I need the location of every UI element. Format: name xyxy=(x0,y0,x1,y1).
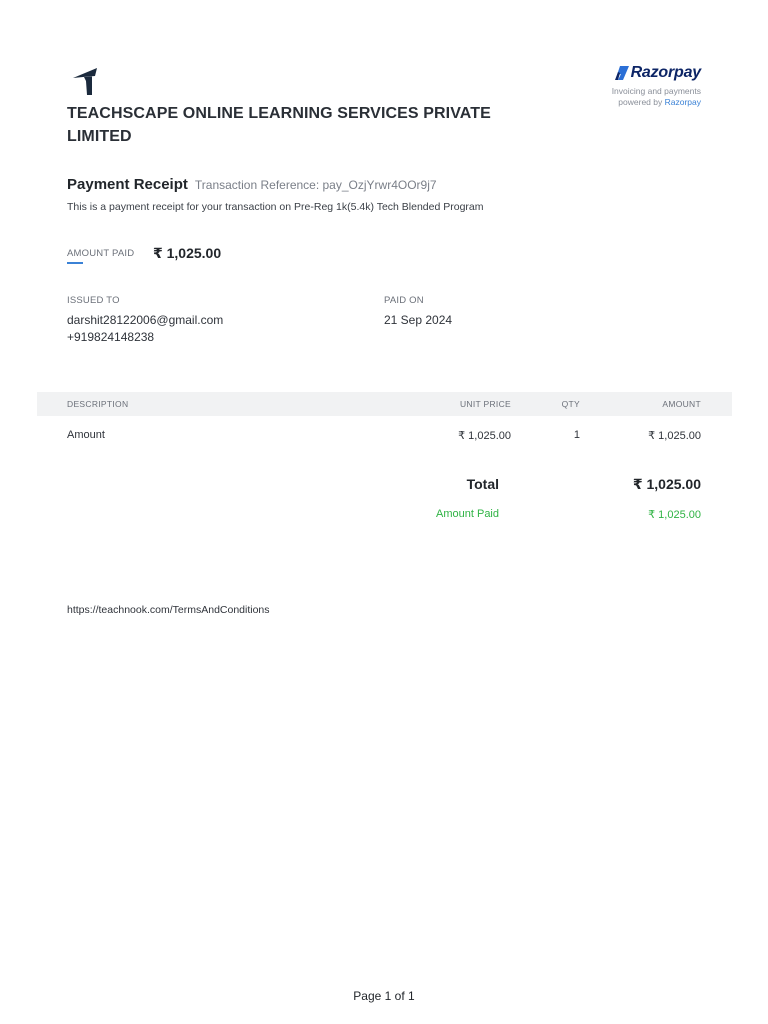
row-unit-price: ₹ 1,025.00 xyxy=(458,430,511,442)
total-label: Total xyxy=(466,476,499,492)
column-header-qty: QTY xyxy=(561,399,580,409)
receipt-title: Payment Receipt xyxy=(67,176,188,193)
issued-to-phone: +919824148238 xyxy=(67,330,155,344)
razorpay-tagline-line2: powered by Razorpay xyxy=(501,97,701,108)
column-header-description: DESCRIPTION xyxy=(67,399,129,409)
receipt-header: Payment Receipt Transaction Reference: p… xyxy=(67,176,437,193)
issued-to-email: darshit28122006@gmail.com xyxy=(67,313,224,327)
razorpay-brand-text: Razorpay xyxy=(630,64,702,81)
row-amount: ₹ 1,025.00 xyxy=(648,430,701,442)
powered-by-text: powered by xyxy=(618,97,665,107)
razorpay-branding: Razorpay Invoicing and payments powered … xyxy=(501,64,702,108)
company-name: TEACHSCAPE ONLINE LEARNING SERVICES PRIV… xyxy=(67,105,491,145)
total-value: ₹ 1,025.00 xyxy=(632,476,701,492)
line-items-table-header: DESCRIPTION UNIT PRICE QTY AMOUNT xyxy=(37,392,732,416)
terms-and-conditions-link[interactable]: https://teachnook.com/TermsAndConditions xyxy=(67,604,270,616)
receipt-description: This is a payment receipt for your trans… xyxy=(67,201,484,213)
razorpay-logo: Razorpay xyxy=(501,64,701,82)
amount-paid-summary-label: Amount Paid xyxy=(436,508,499,520)
razorpay-mark-icon xyxy=(614,66,629,80)
page-number: Page 1 of 1 xyxy=(353,989,415,1003)
razorpay-tagline: Invoicing and payments powered by Razorp… xyxy=(501,86,701,108)
column-header-unit-price: UNIT PRICE xyxy=(459,399,511,409)
amount-paid-underline xyxy=(67,262,83,264)
amount-paid-summary-value: ₹ 1,025.00 xyxy=(648,509,701,521)
razorpay-tagline-line1: Invoicing and payments xyxy=(611,86,701,96)
teachnook-logo-icon xyxy=(73,68,97,95)
paid-on-label: PAID ON xyxy=(384,295,424,306)
issued-to-label: ISSUED TO xyxy=(67,295,120,306)
paid-on-date: 21 Sep 2024 xyxy=(384,313,453,327)
row-description: Amount xyxy=(67,429,105,441)
amount-paid-value: ₹ 1,025.00 xyxy=(153,245,222,261)
transaction-reference: Transaction Reference: pay_OzjYrwr4OOr9j… xyxy=(194,178,437,192)
amount-paid-label: AMOUNT PAID xyxy=(67,248,135,259)
column-header-amount: AMOUNT xyxy=(662,399,701,409)
row-qty: 1 xyxy=(573,429,580,441)
razorpay-link[interactable]: Razorpay xyxy=(665,97,701,107)
